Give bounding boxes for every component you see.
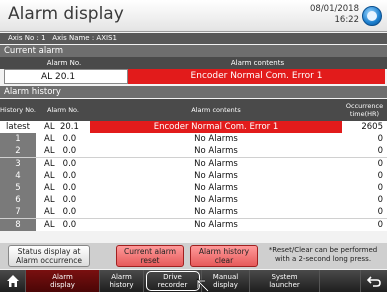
status-display-label-1: Status display at <box>17 247 81 256</box>
history-no-cell: 3 <box>0 157 36 170</box>
nav-alarm-history-label-2: history <box>109 281 134 289</box>
table-row[interactable]: 7 AL 0.0 No Alarms 0 <box>0 206 387 219</box>
history-time-header: Occurrence time(HR) <box>345 102 384 118</box>
current-alarm-reset-label-2: reset <box>140 256 160 265</box>
note-line-2: with a 2-second long press. <box>274 255 372 263</box>
alarm-contents-cell: No Alarms <box>90 218 342 231</box>
alarm-display-screen: Alarm display 08/01/2018 16:22 Axis No :… <box>0 0 387 292</box>
occurrence-time-cell: 0 <box>342 218 387 231</box>
current-alarm-header: Alarm No. Alarm contents <box>0 57 387 69</box>
history-no-cell: 8 <box>0 218 36 231</box>
table-row[interactable]: 1 AL 0.0 No Alarms 0 <box>0 133 387 146</box>
table-row[interactable]: 8 AL 0.0 No Alarms 0 <box>0 218 387 231</box>
history-no-cell: 7 <box>0 206 36 219</box>
alarm-no-cell: AL 0.0 <box>36 145 90 158</box>
clock-icon[interactable] <box>362 6 382 26</box>
alarm-history-clear-label-1: Alarm history <box>198 247 250 256</box>
nav-system-launcher-label-1: System <box>271 273 298 281</box>
history-no-cell: 2 <box>0 145 36 158</box>
table-row[interactable]: 3 AL 0.0 No Alarms 0 <box>0 157 387 170</box>
history-table-body: latest AL 20.1 Encoder Normal Com. Error… <box>0 121 387 231</box>
axis-info-bar: Axis No : 1 Axis Name : AXIS1 <box>0 33 387 44</box>
alarm-no-cell: AL 0.0 <box>36 218 90 231</box>
alarm-history-section-title: Alarm history <box>0 86 387 98</box>
home-icon <box>6 275 19 287</box>
alarm-contents-cell: No Alarms <box>90 181 342 194</box>
pointer-cursor-icon <box>196 278 209 292</box>
nav-manual-display-label-1: Manual <box>212 273 239 281</box>
alarm-no-cell: AL 0.0 <box>36 206 90 219</box>
bottom-nav-bar: Alarm display Alarm history Drive recorder … <box>0 270 387 292</box>
occurrence-time-cell: 0 <box>342 145 387 158</box>
page-title: Alarm display <box>8 4 124 24</box>
occurrence-time-cell: 0 <box>342 181 387 194</box>
current-alarm-no: AL 20.1 <box>4 69 128 84</box>
history-no-cell: 1 <box>0 133 36 146</box>
table-row[interactable]: 5 AL 0.0 No Alarms 0 <box>0 181 387 195</box>
nav-alarm-display-label-1: Alarm <box>52 273 73 281</box>
alarm-no-cell: AL 0.0 <box>36 157 90 170</box>
nav-back-button[interactable] <box>360 270 387 292</box>
alarm-no-cell: AL 0.0 <box>36 169 90 182</box>
history-no-cell: 4 <box>0 169 36 182</box>
status-display-button[interactable]: Status display at Alarm occurrence <box>8 245 90 267</box>
occurrence-time-cell: 2605 <box>342 121 387 133</box>
alarm-no-cell: AL 0.0 <box>36 181 90 194</box>
nav-alarm-history[interactable]: Alarm history <box>100 270 144 292</box>
title-bar: Alarm display 08/01/2018 16:22 <box>0 0 387 32</box>
current-alarm-no-header: Alarm No. <box>46 59 82 67</box>
history-alarm-no-header: Alarm No. <box>47 106 79 114</box>
table-row[interactable]: 4 AL 0.0 No Alarms 0 <box>0 169 387 182</box>
action-button-bar: Status display at Alarm occurrence Curre… <box>0 243 387 269</box>
clock-readout: 08/01/2018 16:22 <box>310 4 359 26</box>
long-press-note: *Reset/Clear can be performed with a 2-s… <box>262 246 384 264</box>
nav-alarm-display-label-2: display <box>50 281 75 289</box>
current-alarm-reset-button[interactable]: Current alarm reset <box>116 245 184 267</box>
alarm-no-cell: AL 0.0 <box>36 133 90 146</box>
nav-alarm-history-label-1: Alarm <box>111 273 132 281</box>
alarm-no-cell: AL 20.1 <box>36 121 90 133</box>
table-row[interactable]: 6 AL 0.0 No Alarms 0 <box>0 194 387 207</box>
clock-time: 16:22 <box>334 15 360 25</box>
clock-date: 08/01/2018 <box>310 4 359 14</box>
alarm-contents-cell: No Alarms <box>90 206 342 219</box>
current-alarm-contents-header: Alarm contents <box>230 59 285 67</box>
history-table-header: History No. Alarm No. Alarm contents Occ… <box>0 99 387 121</box>
history-no-cell: latest <box>0 121 36 133</box>
table-row[interactable]: 2 AL 0.0 No Alarms 0 <box>0 145 387 158</box>
back-arrow-icon <box>367 276 381 287</box>
alarm-contents-cell: No Alarms <box>90 194 342 207</box>
nav-highlight-frame <box>146 271 200 291</box>
alarm-contents-cell: No Alarms <box>90 169 342 182</box>
occurrence-time-cell: 0 <box>342 133 387 146</box>
occurrence-time-cell: 0 <box>342 194 387 207</box>
nav-system-launcher-label-2: launcher <box>269 281 300 289</box>
nav-home-button[interactable] <box>0 270 26 292</box>
alarm-no-cell: AL 0.0 <box>36 194 90 207</box>
alarm-contents-cell: No Alarms <box>90 157 342 170</box>
nav-drive-recorder[interactable]: Drive recorder <box>144 270 202 292</box>
history-no-header: History No. <box>0 106 36 114</box>
alarm-contents-cell: No Alarms <box>90 145 342 158</box>
table-row[interactable]: latest AL 20.1 Encoder Normal Com. Error… <box>0 121 387 134</box>
nav-system-launcher[interactable]: System launcher <box>250 270 320 292</box>
history-contents-header: Alarm contents <box>191 106 241 114</box>
alarm-contents-cell: No Alarms <box>90 133 342 146</box>
nav-alarm-display[interactable]: Alarm display <box>26 270 100 292</box>
current-alarm-row: AL 20.1 Encoder Normal Com. Error 1 <box>0 69 387 84</box>
occurrence-time-cell: 0 <box>342 157 387 170</box>
history-no-cell: 6 <box>0 194 36 207</box>
status-display-label-2: Alarm occurrence <box>15 256 83 265</box>
alarm-history-clear-label-2: clear <box>214 256 234 265</box>
nav-manual-display-label-2: display <box>213 281 238 289</box>
history-no-cell: 5 <box>0 181 36 194</box>
current-alarm-contents: Encoder Normal Com. Error 1 <box>128 69 385 84</box>
current-alarm-reset-label-1: Current alarm <box>123 247 177 256</box>
occurrence-time-cell: 0 <box>342 169 387 182</box>
alarm-history-clear-button[interactable]: Alarm history clear <box>190 245 258 267</box>
alarm-contents-cell: Encoder Normal Com. Error 1 <box>90 121 342 133</box>
note-line-1: *Reset/Clear can be performed <box>268 246 378 254</box>
occurrence-time-cell: 0 <box>342 206 387 219</box>
current-alarm-section-title: Current alarm <box>0 45 387 57</box>
